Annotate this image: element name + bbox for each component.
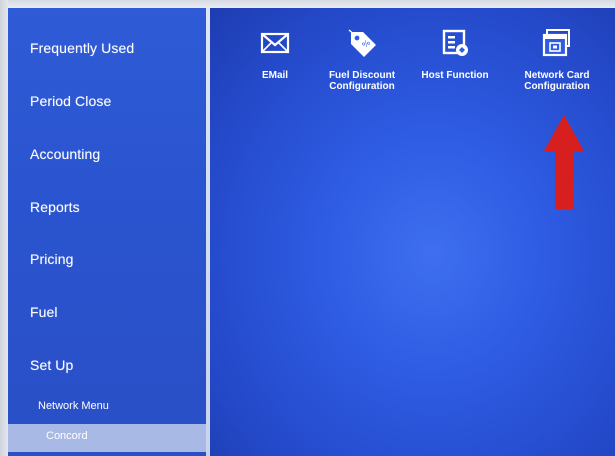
sidebar-item-accounting[interactable]: Accounting (30, 146, 100, 162)
sidebar-item-pricing[interactable]: Pricing (30, 251, 74, 267)
screen-bezel-top (0, 0, 615, 8)
submenu-item-network-menu[interactable]: Network Menu (38, 400, 109, 412)
sidebar-item-fuel[interactable]: Fuel (30, 304, 58, 320)
price-tag-icon: % (348, 29, 376, 57)
network-card-icon (542, 29, 570, 57)
sidebar-item-period-close[interactable]: Period Close (30, 93, 111, 109)
red-arrow-annotation (544, 115, 584, 209)
tile-network-card-label: Network Card Configuration (524, 70, 590, 92)
sidebar-item-frequently-used[interactable]: Frequently Used (30, 40, 134, 56)
tile-fuel-discount-configuration[interactable]: % Fuel Discount Configuration (317, 26, 407, 92)
tile-email[interactable]: EMail (230, 26, 320, 81)
tile-host-function-label: Host Function (421, 70, 489, 81)
submenu-item-concord[interactable]: Concord (46, 430, 88, 442)
envelope-icon (260, 32, 290, 54)
tile-network-card-configuration[interactable]: Network Card Configuration (512, 26, 602, 92)
tile-email-label: EMail (261, 70, 289, 81)
sidebar-item-reports[interactable]: Reports (30, 199, 80, 215)
tile-host-function[interactable]: Host Function (410, 26, 500, 81)
submenu-selected-highlight (8, 424, 206, 452)
host-function-icon (442, 29, 468, 56)
main-panel: EMail % Fuel Discount Configuration Host… (210, 8, 615, 456)
sidebar-menu: Frequently Used Period Close Accounting … (8, 8, 206, 456)
screen-bezel-left (0, 0, 8, 456)
sidebar-item-set-up[interactable]: Set Up (30, 357, 73, 373)
tile-fuel-discount-label: Fuel Discount Configuration (328, 70, 396, 92)
